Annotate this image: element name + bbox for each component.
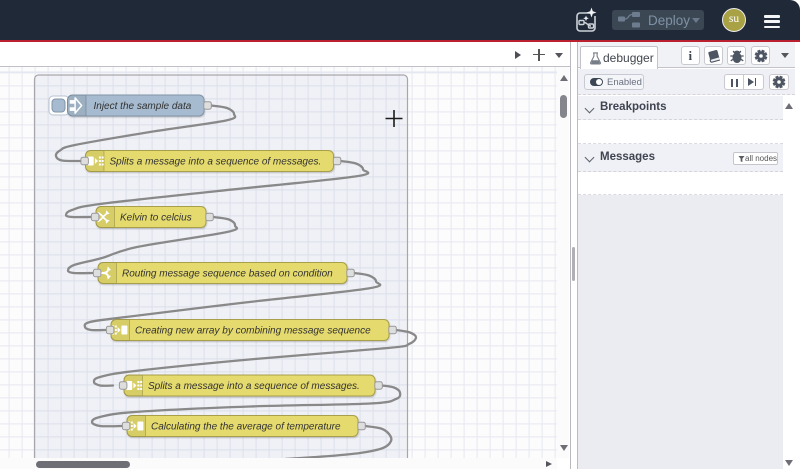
- svg-text:Creating new array by combinin: Creating new array by combining message …: [135, 326, 371, 337]
- svg-text:Kelvin to celcius: Kelvin to celcius: [120, 213, 192, 224]
- svg-text:Splits a message into a sequen: Splits a message into a sequence of mess…: [110, 157, 322, 168]
- svg-text:Splits a message into a sequen: Splits a message into a sequence of mess…: [148, 381, 360, 392]
- svg-text:Inject the sample data: Inject the sample data: [94, 101, 192, 112]
- svg-text:Routing message sequence based: Routing message sequence based on condit…: [122, 269, 333, 280]
- svg-text:Calculating the the average of: Calculating the the average of temperatu…: [151, 422, 341, 433]
